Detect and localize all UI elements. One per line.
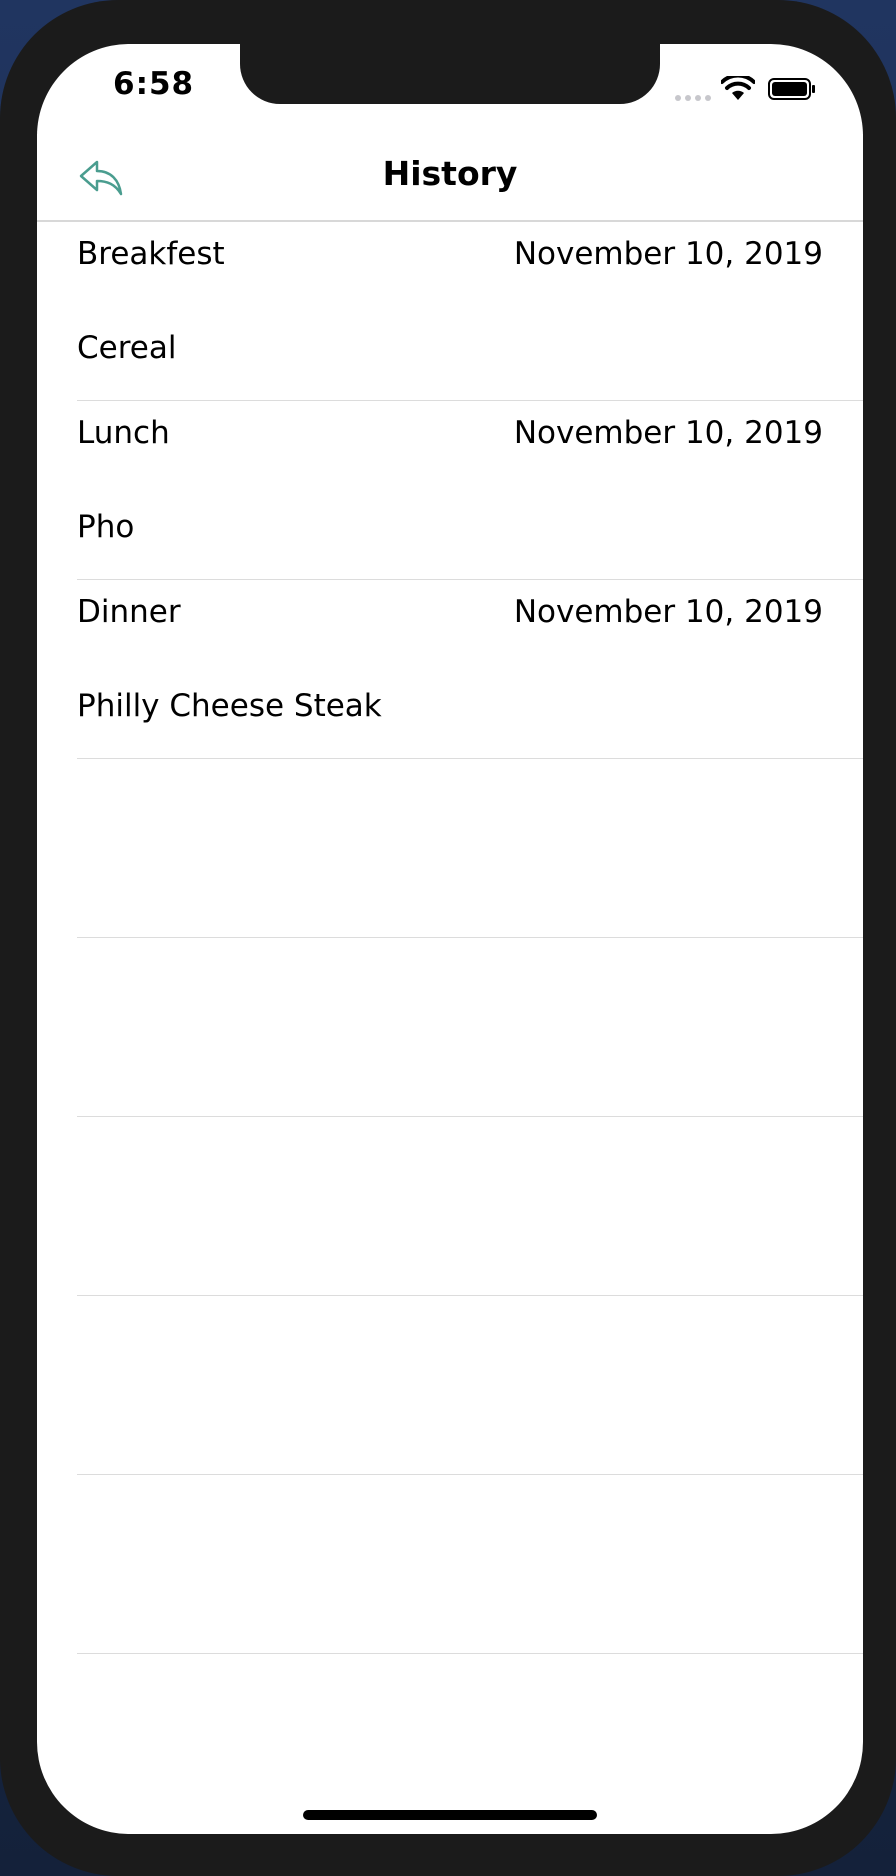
- food-label: Philly Cheese Steak: [77, 688, 382, 724]
- history-row-breakfast[interactable]: Breakfest November 10, 2019 Cereal: [77, 222, 863, 401]
- home-indicator[interactable]: [303, 1810, 597, 1820]
- wifi-icon: [721, 76, 755, 100]
- meal-date: November 10, 2019: [513, 415, 823, 451]
- meal-label: Dinner: [77, 594, 181, 630]
- device-notch: [240, 44, 660, 104]
- meal-label: Breakfest: [77, 236, 225, 272]
- page-title: History: [382, 154, 518, 193]
- status-time: 6:58: [113, 66, 195, 102]
- navigation-bar: History: [37, 134, 863, 222]
- history-row-lunch[interactable]: Lunch November 10, 2019 Pho: [77, 401, 863, 580]
- meal-label: Lunch: [77, 415, 170, 451]
- food-label: Cereal: [77, 330, 177, 366]
- battery-icon: [768, 78, 815, 100]
- empty-row: [77, 1475, 863, 1654]
- empty-row: [77, 759, 863, 938]
- food-label: Pho: [77, 509, 135, 545]
- meal-date: November 10, 2019: [513, 236, 823, 272]
- history-list: Breakfest November 10, 2019 Cereal Lunch…: [37, 222, 863, 1654]
- meal-date: November 10, 2019: [513, 594, 823, 630]
- cellular-signal-icon: [675, 95, 713, 101]
- empty-row: [77, 1117, 863, 1296]
- empty-row: [77, 938, 863, 1117]
- empty-row: [77, 1296, 863, 1475]
- history-row-dinner[interactable]: Dinner November 10, 2019 Philly Cheese S…: [77, 580, 863, 759]
